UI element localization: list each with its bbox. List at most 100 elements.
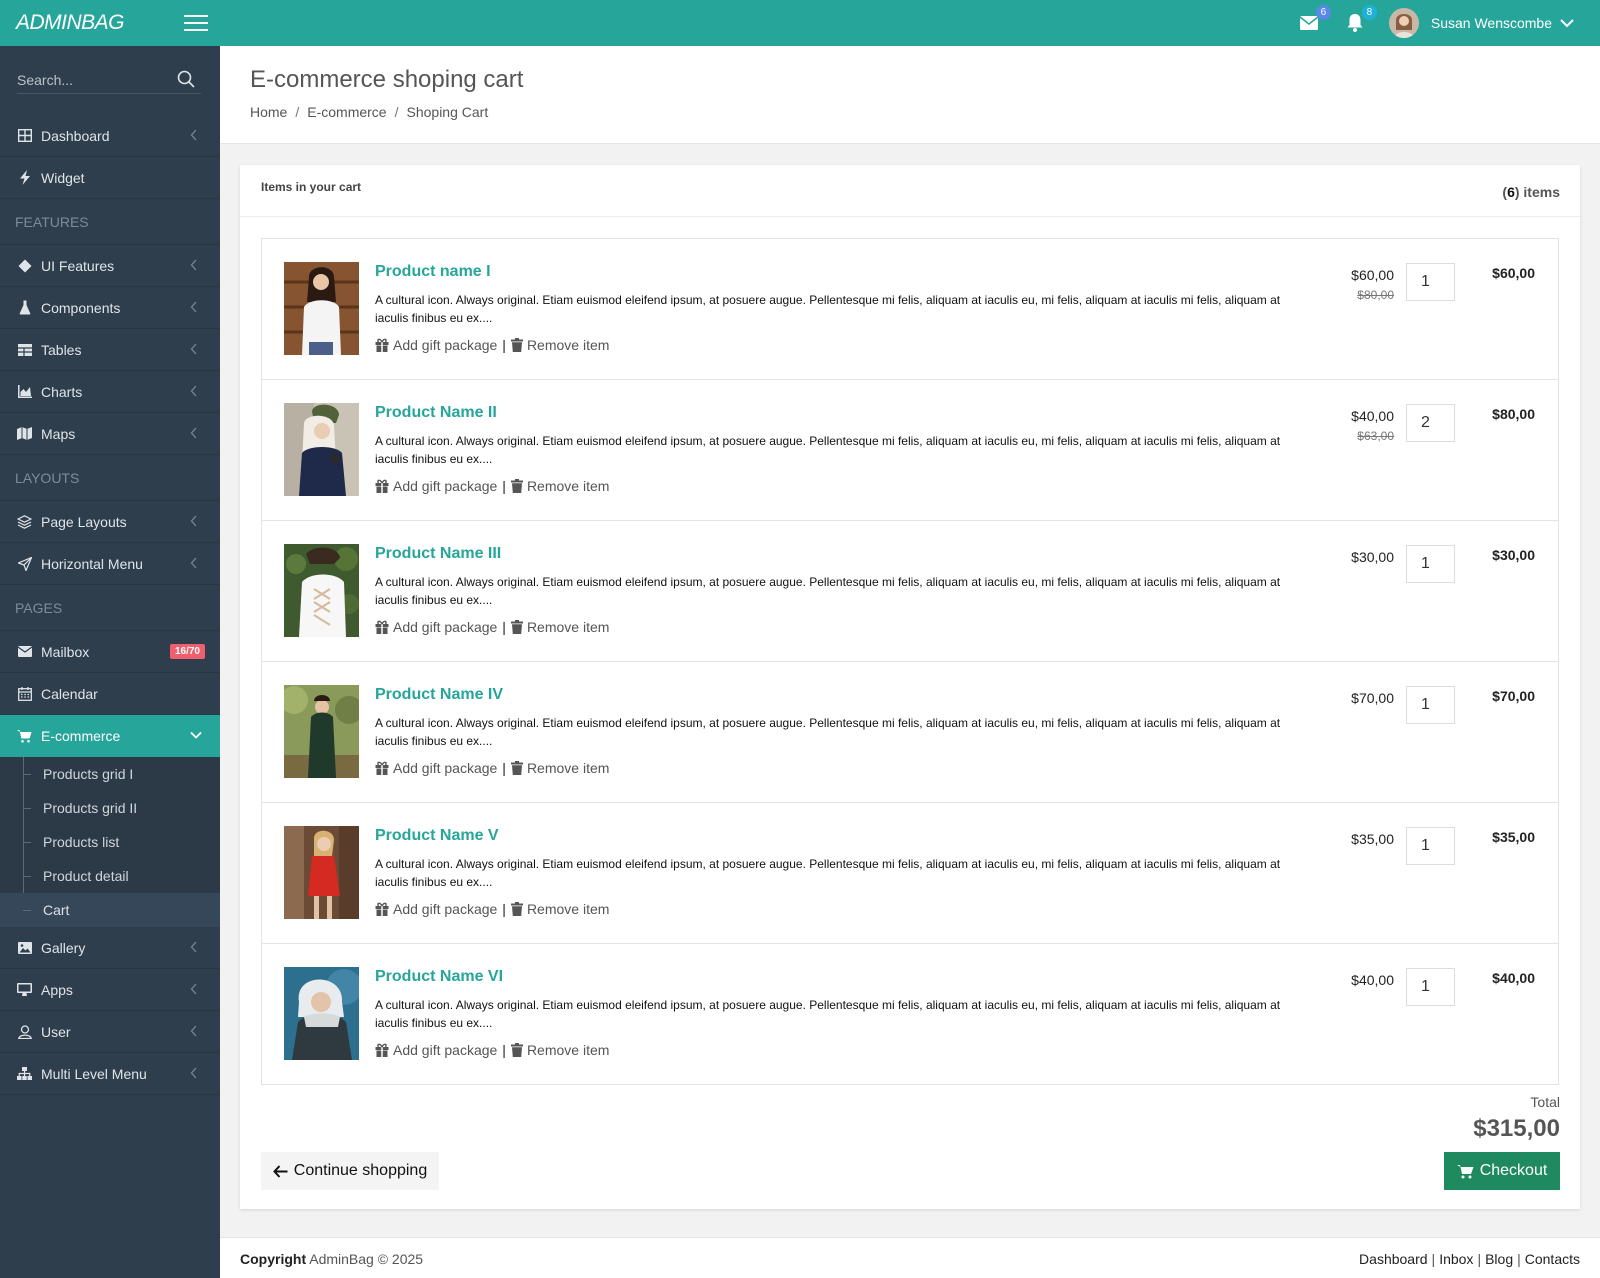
product-name[interactable]: Product name I bbox=[375, 263, 491, 281]
sidebar-item-widget[interactable]: Widget bbox=[0, 157, 220, 199]
quantity-input[interactable] bbox=[1406, 686, 1455, 724]
app-logo[interactable]: ADMINBAG bbox=[16, 11, 125, 35]
user-avatar[interactable] bbox=[1388, 8, 1419, 38]
footer-link-inbox[interactable]: Inbox bbox=[1439, 1251, 1473, 1267]
sidebar-item-label: Widget bbox=[41, 169, 85, 186]
quantity-input[interactable] bbox=[1406, 263, 1455, 301]
quantity-input[interactable] bbox=[1406, 968, 1455, 1006]
product-image[interactable] bbox=[284, 826, 359, 919]
add-gift-package-link[interactable]: Add gift package bbox=[375, 619, 497, 635]
add-gift-package-link[interactable]: Add gift package bbox=[375, 337, 497, 353]
sidebar-item-charts[interactable]: Charts bbox=[0, 371, 220, 413]
product-image[interactable] bbox=[284, 544, 359, 637]
user-name[interactable]: Susan Wenscombe bbox=[1431, 15, 1552, 31]
sidebar-item-user[interactable]: User bbox=[0, 1011, 220, 1053]
sidebar-item-dashboard[interactable]: Dashboard bbox=[0, 115, 220, 157]
bell-icon[interactable]: 8 bbox=[1343, 5, 1377, 35]
chevron-left-icon bbox=[190, 385, 198, 397]
search-input[interactable] bbox=[17, 68, 167, 92]
sidebar-item-label: Page Layouts bbox=[41, 513, 127, 530]
product-description: A cultural icon. Always original. Etiam … bbox=[375, 575, 1281, 607]
product-description: A cultural icon. Always original. Etiam … bbox=[375, 857, 1281, 889]
continue-shopping-button[interactable]: Continue shopping bbox=[261, 1152, 439, 1190]
add-gift-package-link[interactable]: Add gift package bbox=[375, 901, 497, 917]
sidebar-item-ui-features[interactable]: UI Features bbox=[0, 245, 220, 287]
checkout-label: Checkout bbox=[1479, 1162, 1548, 1179]
product-name[interactable]: Product Name IV bbox=[375, 686, 503, 704]
sidebar-item-multi-level-menu[interactable]: Multi Level Menu bbox=[0, 1053, 220, 1095]
submenu-item-product-detail[interactable]: Product detail bbox=[0, 859, 220, 893]
sidebar-item-calendar[interactable]: Calendar bbox=[0, 673, 220, 715]
chevron-down-icon bbox=[190, 731, 202, 739]
quantity-input[interactable] bbox=[1406, 545, 1455, 583]
trash-icon bbox=[510, 1043, 527, 1057]
remove-label: Remove item bbox=[526, 760, 610, 776]
sidebar-item-label: User bbox=[41, 1023, 71, 1040]
product-image[interactable] bbox=[284, 262, 359, 355]
quantity-input[interactable] bbox=[1406, 827, 1455, 865]
product-image[interactable] bbox=[284, 967, 359, 1060]
desktop-icon bbox=[17, 982, 32, 997]
product-price: $60,00 bbox=[1351, 267, 1394, 283]
product-name[interactable]: Product Name II bbox=[375, 404, 497, 422]
sidebar-item-page-layouts[interactable]: Page Layouts bbox=[0, 501, 220, 543]
remove-item-link[interactable]: Remove item bbox=[510, 901, 609, 917]
remove-item-link[interactable]: Remove item bbox=[510, 478, 609, 494]
chevron-down-icon[interactable] bbox=[1560, 18, 1574, 28]
submenu-item-products-grid-2[interactable]: Products grid II bbox=[0, 791, 220, 825]
breadcrumb-ecommerce[interactable]: E-commerce bbox=[307, 104, 386, 120]
sidebar-item-horizontal-menu[interactable]: Horizontal Menu bbox=[0, 543, 220, 585]
grid-icon bbox=[17, 128, 32, 143]
chevron-left-icon bbox=[190, 301, 198, 313]
sidebar-item-components[interactable]: Components bbox=[0, 287, 220, 329]
add-gift-package-link[interactable]: Add gift package bbox=[375, 760, 497, 776]
menu-toggle-icon[interactable] bbox=[184, 14, 208, 32]
product-name[interactable]: Product Name V bbox=[375, 827, 499, 845]
mail-icon[interactable]: 6 bbox=[1297, 5, 1331, 35]
cart-card-header: Items in your cart (6) items bbox=[240, 165, 1580, 217]
remove-item-link[interactable]: Remove item bbox=[510, 760, 610, 776]
area-chart-icon bbox=[17, 384, 32, 399]
quantity-input[interactable] bbox=[1406, 404, 1455, 442]
product-name[interactable]: Product Name VI bbox=[375, 968, 503, 986]
footer: Copyright AdminBag © 2025 Dashboard | In… bbox=[220, 1237, 1600, 1278]
search-icon[interactable] bbox=[177, 70, 195, 88]
footer-link-blog[interactable]: Blog bbox=[1485, 1251, 1513, 1267]
layers-icon bbox=[17, 514, 32, 529]
remove-item-link[interactable]: Remove item bbox=[510, 337, 609, 353]
submenu-item-products-grid-1[interactable]: Products grid I bbox=[0, 757, 220, 791]
product-image[interactable] bbox=[284, 403, 359, 496]
sidebar-item-mailbox[interactable]: Mailbox 16/70 bbox=[0, 631, 220, 673]
add-gift-package-link[interactable]: Add gift package bbox=[375, 478, 497, 494]
chevron-left-icon bbox=[190, 343, 198, 355]
sitemap-icon bbox=[17, 1066, 32, 1081]
footer-separator: | bbox=[1517, 1251, 1521, 1267]
sidebar-item-maps[interactable]: Maps bbox=[0, 413, 220, 455]
product-name[interactable]: Product Name III bbox=[375, 545, 501, 563]
sidebar-item-apps[interactable]: Apps bbox=[0, 969, 220, 1011]
checkout-button[interactable]: Checkout bbox=[1444, 1152, 1560, 1190]
flask-icon bbox=[17, 300, 32, 315]
bell-badge: 8 bbox=[1361, 5, 1377, 20]
product-image[interactable] bbox=[284, 685, 359, 778]
submenu-item-products-list[interactable]: Products list bbox=[0, 825, 220, 859]
sidebar-item-tables[interactable]: Tables bbox=[0, 329, 220, 371]
breadcrumb-home[interactable]: Home bbox=[250, 104, 287, 120]
submenu-item-cart[interactable]: Cart bbox=[0, 893, 220, 927]
chevron-left-icon bbox=[190, 259, 198, 271]
sidebar-item-gallery[interactable]: Gallery bbox=[0, 927, 220, 969]
product-old-price: $80,00 bbox=[1357, 288, 1394, 302]
remove-item-link[interactable]: Remove item bbox=[510, 619, 609, 635]
total-value: $315,00 bbox=[1473, 1115, 1560, 1142]
add-gift-package-link[interactable]: Add gift package bbox=[375, 1042, 497, 1058]
sidebar-item-label: Apps bbox=[41, 981, 73, 998]
cart-items-list: Product name I A cultural icon. Always o… bbox=[261, 238, 1559, 1085]
item-subtotal: $30,00 bbox=[1492, 547, 1535, 563]
remove-item-link[interactable]: Remove item bbox=[510, 1042, 609, 1058]
cart-item: Product Name III A cultural icon. Always… bbox=[262, 521, 1558, 662]
footer-link-dashboard[interactable]: Dashboard bbox=[1359, 1251, 1428, 1267]
product-old-price: $63,00 bbox=[1357, 429, 1394, 443]
footer-link-contacts[interactable]: Contacts bbox=[1525, 1251, 1580, 1267]
trash-icon bbox=[510, 338, 527, 352]
sidebar-item-ecommerce[interactable]: E-commerce bbox=[0, 715, 220, 757]
